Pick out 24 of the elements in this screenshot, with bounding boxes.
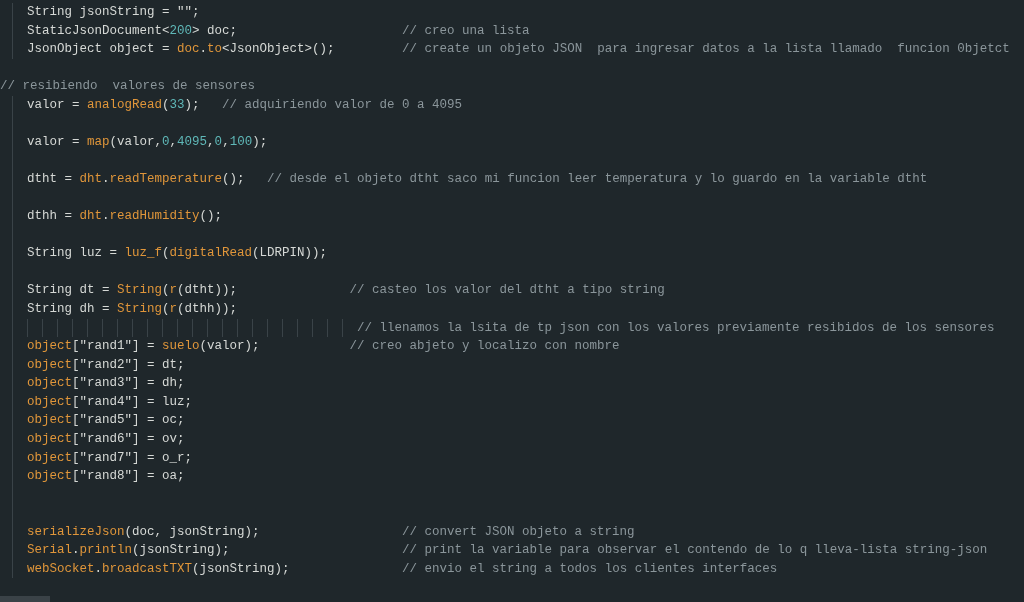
code-line: object["rand6"] = ov; xyxy=(27,430,185,448)
code-line: object["rand8"] = oa; xyxy=(27,468,185,486)
code-line: valor = map(valor,0,4095,0,100); xyxy=(27,133,268,151)
code-line: // llenamos la lsita de tp json con los valores previamente resibidos de los sensores xyxy=(357,319,995,337)
scrollbar-thumb[interactable] xyxy=(0,596,50,602)
code-line: dtht = dht.readTemperature(); // desde el objeto dtht saco mi funcion leer temperatura y lo guardo en la variable dtht xyxy=(27,171,928,189)
code-line: webSocket.broadcastTXT(jsonString); // envio el string a todos los clientes interfaces xyxy=(27,560,778,578)
code-line: object["rand3"] = dh; xyxy=(27,375,185,393)
code-line: object["rand2"] = dt; xyxy=(27,356,185,374)
code-line: String jsonString = ""; xyxy=(27,4,200,21)
code-line: object["rand1"] = suelo(valor); // creo abjeto y localizo con nombre xyxy=(27,338,620,356)
code-line: serializeJson(doc, jsonString); // convert JSON objeto a string xyxy=(27,523,635,541)
code-line: object["rand5"] = oc; xyxy=(27,412,185,430)
code-line: String dt = String(r(dtht)); // casteo los valor del dtht a tipo string xyxy=(27,282,665,300)
code-line: Serial.println(jsonString); // print la variable para observar el contendo de lo q lleva-lista string-json xyxy=(27,542,988,560)
code-line: JsonObject object = doc.to<JsonObject>(); // create un objeto JSON para ingresar datos a la lista llamado funcion 0bjetct xyxy=(27,41,1010,59)
code-line: String dh = String(r(dthh)); xyxy=(27,301,238,318)
code-line: valor = analogRead(33); // adquiriendo valor de 0 a 4095 xyxy=(27,96,463,114)
code-line: StaticJsonDocument<200> doc; // creo una lista xyxy=(27,22,530,40)
code-line: // resibiendo valores de sensores xyxy=(0,78,256,96)
code-line: object["rand7"] = o_r; xyxy=(27,449,193,467)
code-line: dthh = dht.readHumidity(); xyxy=(27,208,223,226)
code-line: String luz = luz_f(digitalRead(LDRPIN)); xyxy=(27,245,328,263)
code-line: object["rand4"] = luz; xyxy=(27,393,193,411)
